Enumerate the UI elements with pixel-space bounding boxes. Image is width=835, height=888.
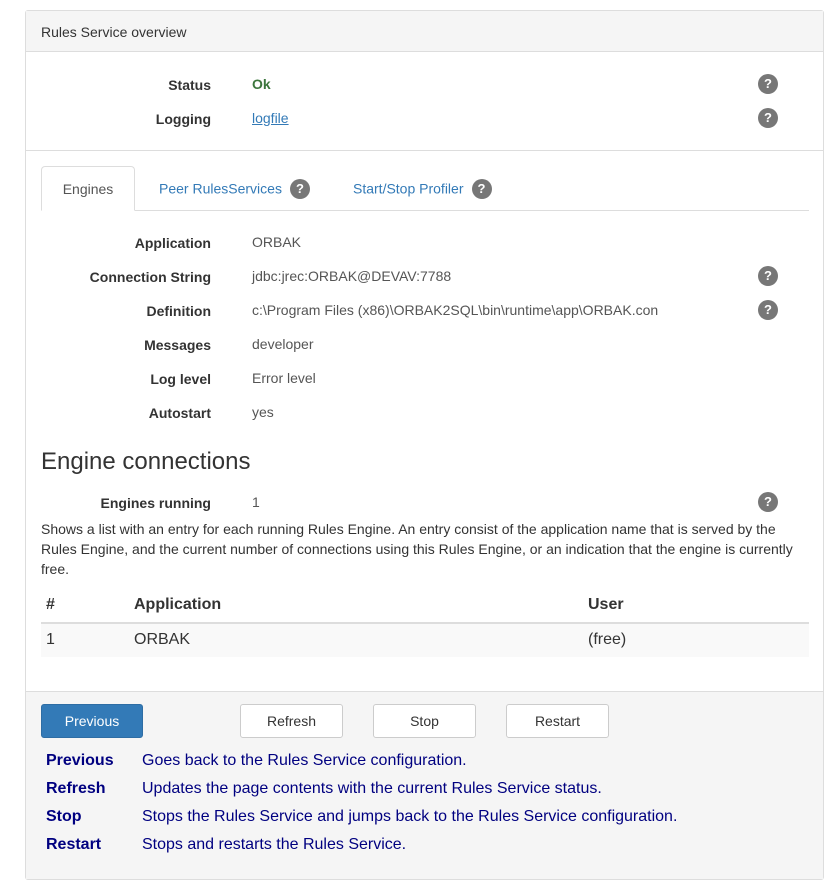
logfile-link[interactable]: logfile [252,110,289,126]
table-header-user: User [588,596,624,613]
peer-help-icon[interactable]: ? [289,179,310,199]
connection-help-icon[interactable]: ? [758,266,778,286]
definition-value: c:\Program Files (x86)\ORBAK2SQL\bin\run… [252,302,659,318]
logging-help-icon[interactable]: ? [758,108,778,128]
help-term-previous: Previous [46,752,114,769]
autostart-value: yes [252,404,274,420]
section-divider [26,150,823,151]
connection-string-label: Connection String [89,269,211,285]
help-term-refresh: Refresh [46,780,106,797]
tab-start-stop-profiler[interactable]: Start/Stop Profiler? [353,166,492,210]
help-desc-refresh: Updates the page contents with the curre… [142,780,602,797]
rules-service-panel: Rules Service overview Status Ok ? Loggi… [25,10,824,880]
previous-button[interactable]: Previous [41,704,143,738]
engines-running-label: Engines running [100,495,211,511]
table-header-number: # [46,596,55,613]
table-row: 1 ORBAK (free) [41,624,809,657]
status-label: Status [168,77,211,93]
row-application-cell: ORBAK [134,631,191,648]
connection-string-value: jdbc:jrec:ORBAK@DEVAV:7788 [252,268,452,284]
messages-label: Messages [144,337,211,353]
definition-help-icon[interactable]: ? [758,300,778,320]
status-value: Ok [252,76,271,92]
help-desc-stop: Stops the Rules Service and jumps back t… [142,808,678,825]
help-term-stop: Stop [46,808,82,825]
help-term-restart: Restart [46,836,102,853]
engine-connections-heading: Engine connections [41,448,251,475]
panel-footer: Previous Refresh Stop Restart Previous G… [26,691,823,879]
panel-title: Rules Service overview [41,24,187,40]
panel-heading: Rules Service overview [26,11,823,52]
refresh-button[interactable]: Refresh [240,704,343,738]
log-level-label: Log level [150,371,211,387]
tab-engines[interactable]: Engines [41,166,135,211]
engines-running-value: 1 [252,494,260,510]
stop-button[interactable]: Stop [373,704,476,738]
engine-tabs: Engines Peer RulesServices? Start/Stop P… [41,166,809,211]
help-desc-restart: Stops and restarts the Rules Service. [142,836,407,853]
tab-profiler-label: Start/Stop Profiler [353,180,464,197]
profiler-help-icon[interactable]: ? [471,179,492,199]
logging-label: Logging [155,111,211,127]
status-help-icon[interactable]: ? [758,74,778,94]
log-level-value: Error level [252,370,316,386]
engine-connections-description: Shows a list with an entry for each runn… [41,521,793,577]
tab-engines-label: Engines [62,181,114,197]
definition-label: Definition [146,303,211,319]
tab-peer-label: Peer RulesServices [159,180,282,197]
engines-running-help-icon[interactable]: ? [758,492,778,512]
messages-value: developer [252,336,314,352]
row-user-cell: (free) [588,631,627,648]
help-desc-previous: Goes back to the Rules Service configura… [142,752,467,769]
table-header-application: Application [134,596,222,613]
tab-peer-rulesservices[interactable]: Peer RulesServices? [159,166,310,210]
row-number-cell: 1 [46,631,55,648]
autostart-label: Autostart [148,405,211,421]
application-value: ORBAK [252,234,302,250]
restart-button[interactable]: Restart [506,704,609,738]
application-label: Application [134,235,211,251]
